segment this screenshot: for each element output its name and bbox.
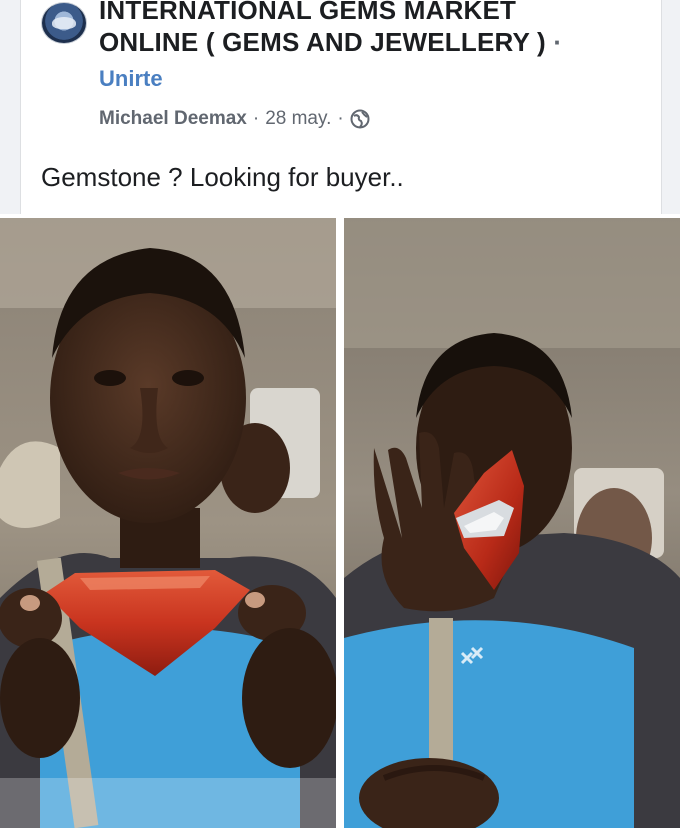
group-separator: ·	[553, 27, 563, 57]
globe-icon	[350, 109, 370, 129]
author-name[interactable]: Michael Deemax	[99, 108, 247, 130]
group-name-link[interactable]: INTERNATIONAL GEMS MARKET ONLINE ( GEMS …	[99, 0, 619, 58]
post-meta: Michael Deemax · 28 may. ·	[99, 108, 370, 130]
meta-separator: ·	[252, 108, 260, 129]
meta-separator: ·	[337, 108, 344, 129]
post-text: Gemstone ? Looking for buyer..	[41, 162, 404, 192]
join-group-link[interactable]: Unirte	[99, 66, 163, 92]
group-avatar[interactable]	[41, 2, 87, 44]
photo-grid	[0, 214, 680, 828]
group-name-text[interactable]: INTERNATIONAL GEMS MARKET ONLINE ( GEMS …	[99, 0, 546, 57]
photo-left[interactable]	[0, 218, 336, 828]
post-date[interactable]: 28 may.	[265, 108, 331, 130]
post-card: INTERNATIONAL GEMS MARKET ONLINE ( GEMS …	[20, 0, 662, 214]
photo-right[interactable]	[344, 218, 680, 828]
